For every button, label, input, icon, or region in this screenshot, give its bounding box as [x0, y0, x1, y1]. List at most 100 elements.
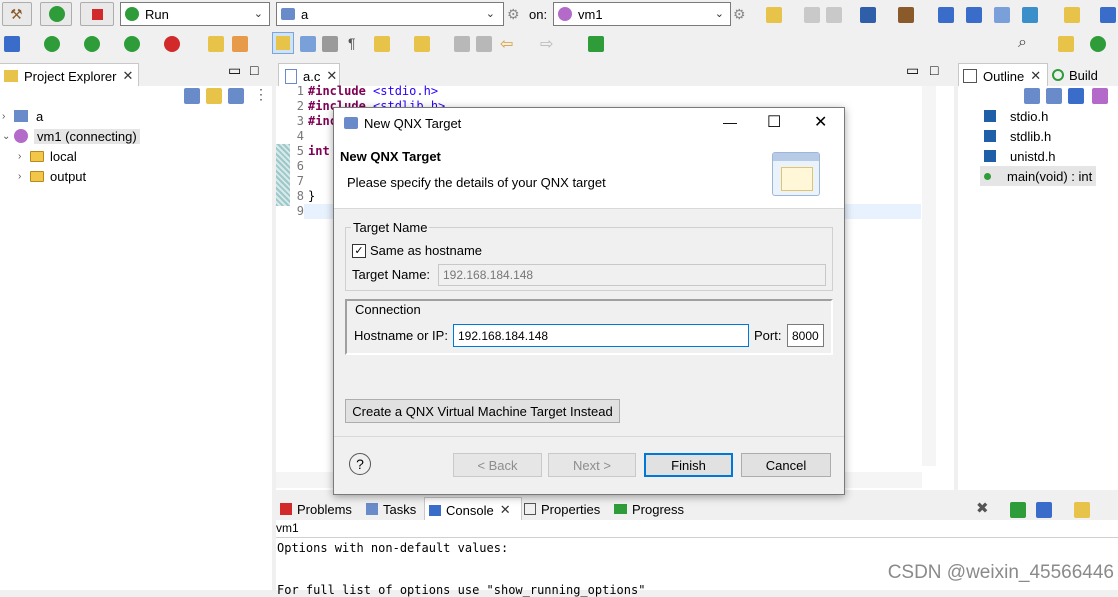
external-tools-icon[interactable]	[164, 36, 180, 52]
collapse-all-icon[interactable]	[184, 88, 200, 104]
profile-icon[interactable]	[124, 36, 140, 52]
search-icon[interactable]: ⌕	[1018, 34, 1027, 52]
tab-outline[interactable]: Outline ✕	[958, 63, 1048, 88]
hammer-icon[interactable]	[898, 7, 914, 23]
toggle-mark-icon[interactable]	[300, 36, 316, 52]
tab-build[interactable]: Build	[1052, 63, 1118, 87]
block-select-icon[interactable]	[322, 36, 338, 52]
maximize-icon[interactable]: ☐	[767, 112, 781, 132]
tab-properties[interactable]: Properties	[524, 497, 600, 521]
forward-arrow-icon[interactable]: ⇨	[540, 34, 553, 54]
outline-item[interactable]: stdio.h	[984, 106, 1048, 126]
open-project-icon[interactable]	[208, 36, 224, 52]
launch-button[interactable]	[40, 2, 72, 26]
tree-item-local[interactable]: › local	[18, 146, 77, 166]
open-perspective-icon[interactable]	[1058, 36, 1074, 52]
run-icon[interactable]	[84, 36, 100, 52]
hide-fields-icon[interactable]	[1068, 88, 1084, 104]
project-icon	[281, 8, 295, 20]
back-button[interactable]: < Back	[453, 453, 542, 477]
save-all-icon[interactable]	[826, 7, 842, 23]
outline-item[interactable]: unistd.h	[984, 146, 1056, 166]
wand-icon[interactable]	[232, 36, 248, 52]
launch-mode-select[interactable]: Run ⌄	[120, 2, 270, 26]
tab-project-explorer[interactable]: Project Explorer ✕	[0, 63, 139, 88]
new-qnx-target-dialog: New QNX Target — ☐ ✕ New QNX Target Plea…	[333, 107, 845, 495]
maximize-icon[interactable]: □	[250, 62, 258, 78]
pin-editor-icon[interactable]	[588, 36, 604, 52]
checkbox-checked-icon: ✓	[352, 243, 366, 258]
same-as-hostname-checkbox[interactable]: ✓ Same as hostname	[352, 243, 482, 258]
search-icon[interactable]	[994, 7, 1010, 23]
pin-console-icon[interactable]	[1010, 502, 1026, 518]
debug-perspective-icon[interactable]	[1090, 36, 1106, 52]
prev-annotation-icon[interactable]	[414, 36, 430, 52]
filter-icon[interactable]	[228, 88, 244, 104]
tab-problems[interactable]: Problems	[280, 497, 352, 521]
stop-button[interactable]	[80, 2, 114, 26]
port-input[interactable]: 8000	[787, 324, 824, 347]
link-editor-icon[interactable]	[206, 88, 222, 104]
line-number: 1	[296, 84, 304, 98]
view-menu-icon[interactable]: ⋮	[254, 86, 268, 103]
collapse-all-icon[interactable]	[1024, 88, 1040, 104]
code-line: int	[308, 144, 330, 158]
target-icon[interactable]	[4, 36, 20, 52]
tree-item-project-a[interactable]: › a	[2, 106, 43, 126]
minimize-icon[interactable]: ▭	[906, 62, 919, 79]
close-icon[interactable]: ✕	[500, 502, 511, 518]
forward-edit-icon[interactable]	[476, 36, 492, 52]
new-icon[interactable]	[766, 7, 782, 23]
tab-console[interactable]: Console ✕	[424, 497, 522, 522]
close-icon[interactable]: ✕	[326, 68, 337, 84]
display-console-icon[interactable]	[1036, 502, 1052, 518]
tab-label: Problems	[297, 501, 352, 517]
close-icon[interactable]: ✕	[122, 68, 133, 84]
save-icon[interactable]	[804, 7, 820, 23]
debug-icon[interactable]	[44, 36, 60, 52]
gear-icon[interactable]: ⚙	[733, 6, 746, 23]
highlight-toggle[interactable]	[272, 32, 294, 54]
tab-progress[interactable]: Progress	[614, 497, 684, 521]
launch-target-select[interactable]: vm1 ⌄	[553, 2, 731, 26]
remove-launch-icon[interactable]: ✖	[976, 499, 989, 517]
help-icon[interactable]: ?	[349, 453, 371, 475]
close-icon[interactable]: ✕	[814, 112, 827, 132]
folder-icon[interactable]	[1064, 7, 1080, 23]
create-vm-target-button[interactable]: Create a QNX Virtual Machine Target Inst…	[345, 399, 620, 423]
cancel-button[interactable]: Cancel	[741, 453, 831, 477]
pilcrow-icon[interactable]: ¶	[348, 35, 356, 51]
outline-item[interactable]: stdlib.h	[984, 126, 1051, 146]
chevron-right-icon: ›	[18, 150, 22, 162]
outline-item-label: stdio.h	[1010, 108, 1049, 124]
perspective-icon[interactable]	[1100, 7, 1116, 23]
minimize-icon[interactable]: —	[723, 114, 737, 130]
next-annotation-icon[interactable]	[374, 36, 390, 52]
project-explorer-icon	[4, 70, 18, 82]
next-button[interactable]: Next >	[548, 453, 636, 477]
close-icon[interactable]: ✕	[1030, 68, 1041, 84]
hide-static-icon[interactable]	[1092, 88, 1108, 104]
sort-icon[interactable]	[1046, 88, 1062, 104]
last-edit-icon[interactable]	[454, 36, 470, 52]
hostname-input[interactable]: 192.168.184.148	[453, 324, 749, 347]
calendar-icon[interactable]	[938, 7, 954, 23]
tab-tasks[interactable]: Tasks	[366, 497, 416, 521]
build-button[interactable]: ⚒	[2, 2, 32, 26]
maximize-icon[interactable]: □	[930, 62, 938, 78]
gear-icon[interactable]: ⚙	[507, 6, 520, 23]
console-line: For full list of options use "show_runni…	[277, 583, 646, 597]
target-name-input[interactable]: 192.168.184.148	[438, 264, 826, 286]
finish-button[interactable]: Finish	[644, 453, 733, 477]
back-arrow-icon[interactable]: ⇦	[500, 34, 513, 54]
vertical-scrollbar[interactable]	[922, 86, 936, 466]
tree-item-vm1[interactable]: ⌄ vm1 (connecting)	[2, 126, 140, 146]
open-console-icon[interactable]	[1074, 502, 1090, 518]
new-project-icon[interactable]	[1022, 7, 1038, 23]
terminal-icon[interactable]	[966, 7, 982, 23]
outline-item-main[interactable]: main(void) : int	[980, 166, 1097, 186]
tree-item-output[interactable]: › output	[18, 166, 86, 186]
launch-config-select[interactable]: a ⌄	[276, 2, 504, 26]
target-nav-icon[interactable]	[860, 7, 876, 23]
minimize-icon[interactable]: ▭	[228, 62, 241, 79]
